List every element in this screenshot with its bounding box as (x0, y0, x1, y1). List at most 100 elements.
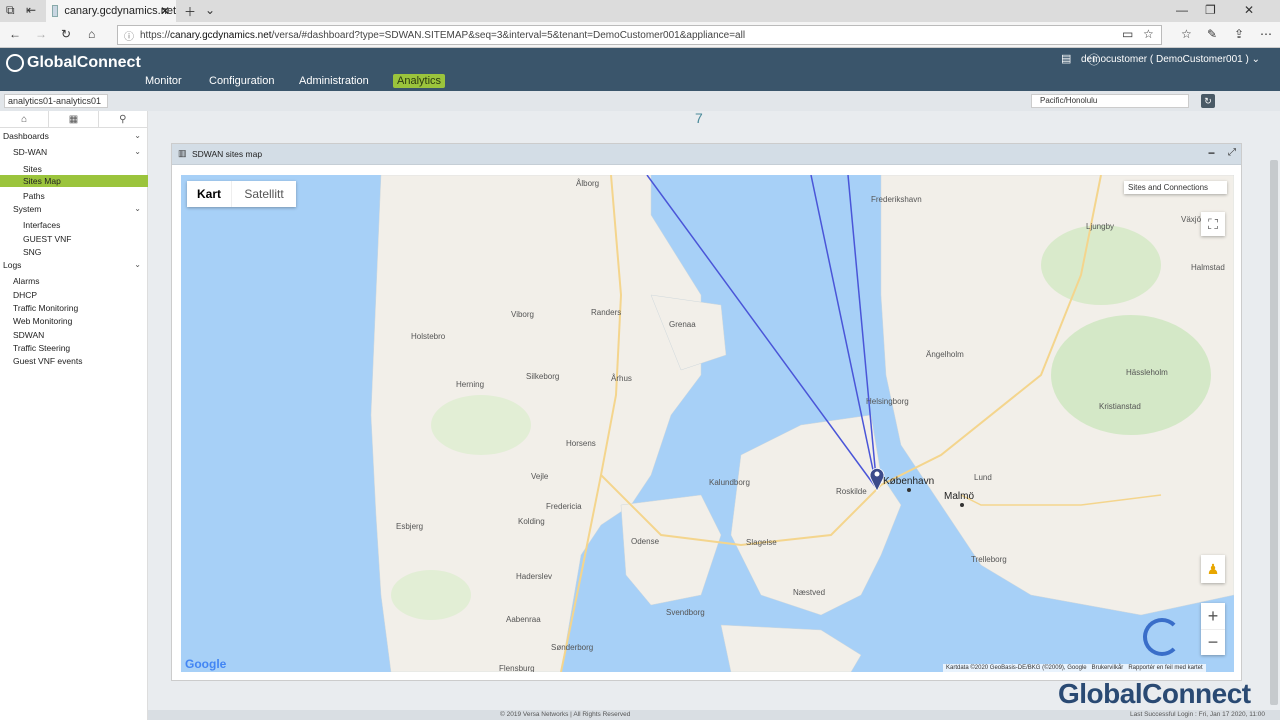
map-canvas[interactable]: Ålborg Randers Viborg Holstebro Herning Silke… (181, 175, 1234, 672)
map-place-label: København (883, 476, 935, 487)
tab-actions-icon[interactable]: ⧉ (6, 3, 15, 18)
sidebar-item-interfaces[interactable]: Interfaces (23, 220, 60, 230)
sidebar-item-web-monitoring[interactable]: Web Monitoring (13, 316, 72, 326)
sidebar-item-sites[interactable]: Sites (23, 164, 42, 174)
chevron-down-icon[interactable]: ⌄ (134, 147, 141, 156)
refresh-button[interactable]: ↻ (1201, 94, 1215, 108)
sidebar-item-traffic-steering[interactable]: Traffic Steering (13, 343, 70, 353)
sidebar-item-sng[interactable]: SNG (23, 247, 41, 257)
sidebar-item-paths[interactable]: Paths (23, 191, 45, 201)
close-tab-icon[interactable]: ✕ (160, 4, 170, 18)
app-logo[interactable]: GlobalConnect (6, 54, 141, 72)
map-place-label: Silkeborg (526, 372, 560, 381)
browser-tab-bar: ⧉ ⇤ canary.gcdynamics.net ✕ ＋ ⌄ — ❐ ✕ (0, 0, 1280, 22)
nav-configuration[interactable]: Configuration (209, 75, 274, 87)
terms-link[interactable]: Brukervilkår (1092, 665, 1124, 671)
map-place-label: Vejle (531, 472, 549, 481)
map-place-label: Randers (591, 308, 622, 317)
user-tab-icon[interactable]: ⚲ (99, 111, 147, 127)
zoom-in-icon[interactable]: + (1201, 603, 1225, 629)
more-icon[interactable]: ⋯ (1260, 27, 1272, 41)
sidebar-item-dhcp[interactable]: DHCP (13, 290, 37, 300)
close-window-icon[interactable]: ✕ (1244, 3, 1254, 17)
zoom-out-icon[interactable]: − (1201, 629, 1225, 655)
favorites-icon[interactable]: ☆ (1181, 27, 1192, 41)
footer-copyright: © 2019 Versa Networks | All Rights Reser… (500, 711, 631, 718)
sidebar-item-logs[interactable]: Logs (3, 260, 21, 270)
map-place-label: Lund (974, 473, 992, 482)
map-place-label: Malmö (944, 491, 975, 502)
app-header: GlobalConnect Monitor Configuration Admi… (0, 48, 1280, 91)
chevron-down-icon[interactable]: ⌄ (134, 260, 141, 269)
sidebar-item-guest-vnf-events[interactable]: Guest VNF events (13, 356, 82, 366)
browser-tab[interactable]: canary.gcdynamics.net ✕ (46, 0, 176, 22)
report-link[interactable]: Rapportér en feil med kartet (1128, 665, 1202, 671)
attribution-text: Kartdata ©2020 GeoBasis-DE/BKG (©2009), … (946, 665, 1087, 671)
sites-connections-dropdown[interactable]: Sites and Connections (1124, 181, 1227, 194)
forward-icon[interactable]: → (35, 27, 47, 41)
map-place-label: Trelleborg (971, 555, 1007, 564)
appliance-selector[interactable]: analytics01-analytics01 (4, 94, 108, 108)
sidebar-item-dashboards[interactable]: Dashboards (3, 131, 49, 141)
map-place-label: Helsingborg (866, 397, 909, 406)
set-aside-tabs-icon[interactable]: ⇤ (26, 3, 36, 17)
expand-panel-icon[interactable]: ⤢ (1228, 147, 1236, 158)
map-type-kart[interactable]: Kart (187, 181, 231, 207)
fullscreen-icon[interactable]: ⛶ (1201, 212, 1225, 236)
info-icon[interactable]: ⓘ (124, 28, 134, 43)
chart-icon: ▥ (178, 148, 187, 158)
map-place-label: Sønderborg (551, 643, 594, 652)
home-tab-icon[interactable]: ⌂ (0, 111, 50, 127)
map-place-label: Kristianstad (1099, 402, 1141, 411)
url-prefix: https:// (140, 29, 171, 41)
address-bar[interactable]: ⓘ https://canary.gcdynamics.net/versa/#d… (117, 25, 1162, 45)
chevron-down-icon[interactable]: ⌄ (134, 131, 141, 140)
sidebar-item-traffic-monitoring[interactable]: Traffic Monitoring (13, 303, 78, 313)
map-place-label: Svendborg (666, 608, 705, 617)
reading-view-icon[interactable]: ▭ (1122, 27, 1133, 41)
panel-title: SDWAN sites map (192, 149, 263, 159)
refresh-icon: ↻ (1204, 96, 1212, 106)
nav-monitor[interactable]: Monitor (145, 75, 182, 87)
share-icon[interactable]: ⇪ (1234, 27, 1244, 41)
map-place-label: Ängelholm (926, 350, 964, 359)
sidebar-item-alarms[interactable]: Alarms (13, 276, 39, 286)
map-graphic (370, 175, 1234, 672)
logo-text: GlobalConnect (27, 54, 141, 71)
zoom-control: + − (1201, 603, 1225, 655)
map-type-satellitt[interactable]: Satellitt (231, 181, 296, 207)
sidebar-item-sites-map[interactable]: Sites Map (0, 175, 148, 187)
sidebar-item-sdwan[interactable]: SD-WAN (13, 147, 47, 157)
favorite-star-icon[interactable]: ☆ (1143, 27, 1154, 41)
back-icon[interactable]: ← (9, 27, 21, 41)
map-place-label: Herning (456, 380, 485, 389)
sidebar-item-system[interactable]: System (13, 204, 41, 214)
map-place-label: Hässleholm (1126, 368, 1168, 377)
minimize-panel-icon[interactable]: − (1208, 146, 1215, 160)
street-view-pegman-icon[interactable]: ♟ (1201, 555, 1225, 583)
dashboard-tab-icon[interactable]: ▦ (49, 111, 99, 127)
timezone-selector[interactable]: Pacific/Honolulu (1031, 94, 1189, 108)
sidebar-item-guest-vnf[interactable]: GUEST VNF (23, 234, 72, 244)
pen-icon[interactable]: ✎ (1207, 27, 1217, 41)
tab-list-chevron-icon[interactable]: ⌄ (205, 3, 215, 17)
refresh-icon[interactable]: ↻ (61, 27, 71, 41)
favicon-icon (52, 5, 59, 17)
notes-icon[interactable]: ▤ (1061, 52, 1071, 65)
nav-administration[interactable]: Administration (299, 75, 369, 87)
chevron-down-icon[interactable]: ⌄ (134, 204, 141, 213)
map-place-label: Kolding (518, 517, 545, 526)
restore-icon[interactable]: ❐ (1205, 3, 1216, 17)
map-place-label: Fredericia (546, 502, 582, 511)
user-menu[interactable]: democustomer ( DemoCustomer001 ) ⌄ (1081, 54, 1260, 65)
minimize-icon[interactable]: — (1176, 3, 1188, 17)
sidebar-item-sdwan-log[interactable]: SDWAN (13, 330, 44, 340)
sites-map-panel: ▥ SDWAN sites map − ⤢ Ålborg Randers Vib… (171, 143, 1242, 681)
nav-analytics[interactable]: Analytics (393, 74, 446, 88)
map-place-label: Växjö (1181, 215, 1202, 224)
url-path: /versa/#dashboard?type=SDWAN.SITEMAP&seq… (271, 29, 746, 41)
scrollbar-thumb[interactable] (1270, 160, 1278, 705)
new-tab-icon[interactable]: ＋ (184, 3, 196, 20)
map-attribution: Kartdata ©2020 GeoBasis-DE/BKG (©2009), … (943, 664, 1206, 672)
home-icon[interactable]: ⌂ (88, 27, 95, 41)
